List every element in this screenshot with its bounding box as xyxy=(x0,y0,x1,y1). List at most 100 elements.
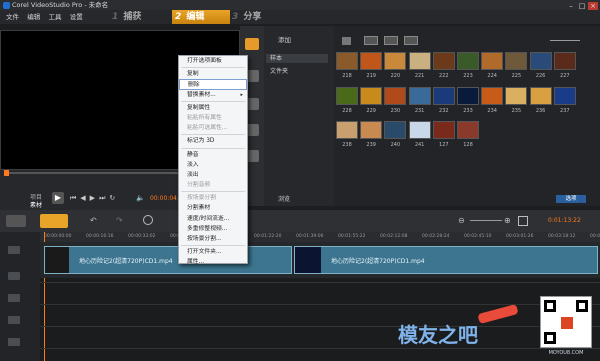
context-menu-item: 分割音频 xyxy=(187,182,211,189)
zoom-in-icon[interactable]: ⊕ xyxy=(504,216,511,225)
library-thumbnail[interactable] xyxy=(457,86,479,105)
app-logo-icon xyxy=(3,1,10,9)
add-folder-button[interactable]: 添加 xyxy=(278,34,291,44)
undo-icon[interactable]: ↶ xyxy=(90,216,97,225)
menu-tools[interactable]: 工具 xyxy=(48,10,61,24)
context-menu-item[interactable]: 属性... xyxy=(179,257,247,267)
timeline-toolbar: ↶ ↷ ⊖ ⊕ 0:01:13:22 xyxy=(0,210,600,232)
transport-buttons[interactable]: ⏮◀▶⏭↻ xyxy=(70,194,119,203)
menu-file[interactable]: 文件 xyxy=(6,10,19,24)
library-thumbnail[interactable] xyxy=(505,52,528,70)
video-filter-button[interactable] xyxy=(364,36,378,45)
context-menu-item[interactable]: 打开文件夹... xyxy=(179,247,247,257)
video-clip-1[interactable]: 地心历险记2(超清720P)CD1.mp4 xyxy=(44,246,292,274)
minimize-button[interactable]: – xyxy=(566,2,576,10)
zoom-slider[interactable] xyxy=(470,220,502,221)
thumbnail-size-slider[interactable] xyxy=(550,40,580,41)
track-toggle-icon[interactable] xyxy=(8,294,20,302)
folder-icon[interactable] xyxy=(342,37,351,45)
library-thumbnail[interactable] xyxy=(336,86,358,105)
tab-share[interactable]: 3 分享 xyxy=(232,10,290,24)
ruler-tick-label: 00:02:12:08 xyxy=(380,234,408,239)
library-thumbnail[interactable] xyxy=(360,52,383,70)
maximize-button[interactable]: □ xyxy=(577,2,587,10)
image-filter-button[interactable] xyxy=(384,36,398,45)
play-button[interactable]: ▶ xyxy=(52,192,64,204)
tab-edit[interactable]: 2 编辑 xyxy=(172,10,230,24)
library-thumbnail[interactable] xyxy=(336,52,358,70)
options-button[interactable]: 选项 xyxy=(556,195,586,203)
context-menu-item[interactable]: 分割素材 xyxy=(179,203,247,213)
library-thumbnail[interactable] xyxy=(408,52,431,70)
thumbnail-label: 236 xyxy=(535,107,546,114)
context-menu-item[interactable]: 多重修整视频... xyxy=(179,224,247,234)
library-thumbnail[interactable] xyxy=(360,121,383,139)
track-toggle-icon[interactable] xyxy=(8,272,20,280)
fit-project-icon[interactable] xyxy=(518,216,528,226)
folder-samples[interactable]: 样本 xyxy=(266,54,328,63)
context-menu-item[interactable]: 淡入 xyxy=(179,160,247,170)
audio-filter-button[interactable] xyxy=(404,36,418,45)
library-grid: 218 219 220 221 222 223 224 225 226 227 228 229 230 2… xyxy=(336,50,586,186)
library-thumbnail[interactable] xyxy=(481,52,504,70)
library-thumbnail[interactable] xyxy=(384,86,407,105)
browse-button[interactable]: 浏览 xyxy=(278,194,290,203)
track-toggle-icon[interactable] xyxy=(8,316,20,324)
step-label: 捕获 xyxy=(123,12,142,22)
video-clip-2[interactable]: 地心历险记2(超清720P)CD1.mp4 xyxy=(294,246,598,274)
library-thumbnail[interactable] xyxy=(529,86,552,105)
context-menu-item[interactable]: 删除 xyxy=(179,79,247,90)
context-menu-item[interactable]: 淡出 xyxy=(179,170,247,180)
library-thumbnail[interactable] xyxy=(505,86,528,105)
library-thumbnail[interactable] xyxy=(553,86,576,105)
redo-icon[interactable]: ↷ xyxy=(116,216,123,225)
library-thumbnail[interactable] xyxy=(529,52,552,70)
step-number: 3 xyxy=(232,12,239,22)
context-menu-item[interactable]: 复制 xyxy=(179,69,247,79)
thumbnail-label: 226 xyxy=(535,73,546,79)
library-thumbnail[interactable] xyxy=(432,121,455,139)
library-thumbnail[interactable] xyxy=(553,52,576,70)
track-toggle-icon[interactable] xyxy=(8,338,20,346)
clip-filename: 地心历险记2(超清720P)CD1.mp4 xyxy=(331,258,425,265)
library-toolbar xyxy=(340,36,586,48)
context-menu-item[interactable]: 标记为 3D xyxy=(179,136,247,146)
library-thumbnail[interactable] xyxy=(384,121,407,139)
context-menu-item[interactable]: 速度/时间流逝... xyxy=(179,214,247,224)
library-thumbnail[interactable] xyxy=(384,52,407,70)
record-capture-icon[interactable] xyxy=(143,215,153,225)
menu-settings[interactable]: 设置 xyxy=(70,10,83,24)
context-menu-item[interactable]: 静音 xyxy=(179,150,247,160)
ruler-tick-label: 00:02:28:24 xyxy=(422,234,450,239)
timeline-view-button[interactable] xyxy=(40,214,68,228)
track-toggle-icon[interactable] xyxy=(8,246,20,254)
library-thumbnail[interactable] xyxy=(360,86,383,105)
library-thumbnail[interactable] xyxy=(457,52,479,70)
library-thumbnail[interactable] xyxy=(481,86,504,105)
zoom-out-icon[interactable]: ⊖ xyxy=(458,216,465,225)
storyboard-view-button[interactable] xyxy=(6,215,26,227)
library-thumbnail[interactable] xyxy=(408,121,431,139)
library-thumbnail[interactable] xyxy=(457,121,479,139)
track-headers xyxy=(0,232,40,361)
media-icon[interactable] xyxy=(245,38,259,50)
context-menu-item[interactable]: 复制属性 xyxy=(179,103,247,113)
folder-files[interactable]: 文件夹 xyxy=(266,66,288,75)
library-thumbnail[interactable] xyxy=(408,86,431,105)
trim-start-handle[interactable] xyxy=(4,170,9,176)
volume-icon[interactable]: 🔈 xyxy=(136,194,145,202)
menu-edit[interactable]: 编辑 xyxy=(27,10,40,24)
library-thumbnail[interactable] xyxy=(432,52,455,70)
clip-label[interactable]: 素材 xyxy=(30,200,42,209)
close-button[interactable]: × xyxy=(588,2,598,10)
timeline-ruler[interactable]: 00:00:00:0000:00:16:1600:00:33:0200:00:4… xyxy=(40,232,600,242)
menu-separator xyxy=(181,100,245,102)
tab-capture[interactable]: 1 捕获 xyxy=(112,10,170,24)
library-thumbnail[interactable] xyxy=(432,86,455,105)
context-menu-item[interactable]: 替换素材... xyxy=(179,90,247,100)
ruler-tick-label: 00:01:39:06 xyxy=(296,234,324,239)
thumbnail-label: 237 xyxy=(560,107,570,114)
context-menu-item[interactable]: 打开选项面板 xyxy=(179,56,247,66)
library-thumbnail[interactable] xyxy=(336,121,358,139)
context-menu-item[interactable]: 按场景分割... xyxy=(179,234,247,244)
